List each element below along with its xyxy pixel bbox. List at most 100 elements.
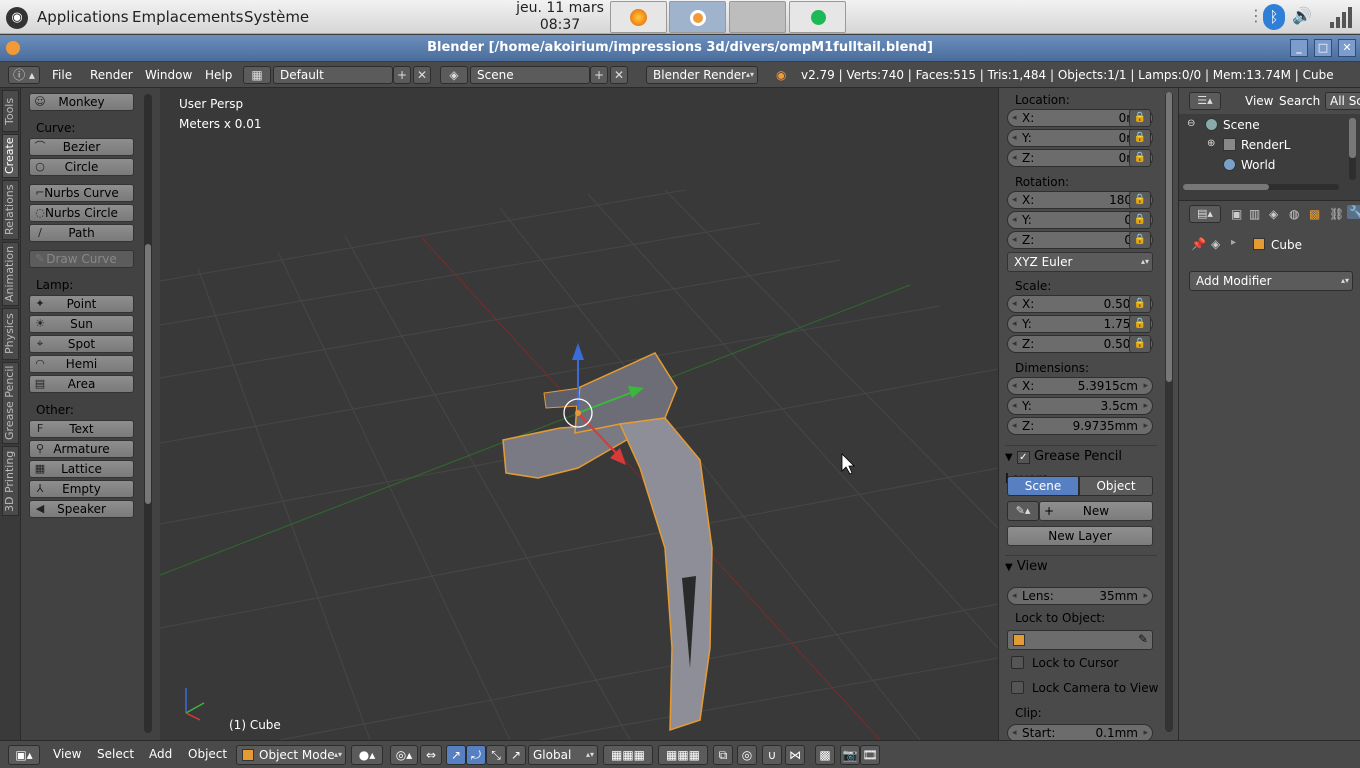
taskbar-blender[interactable] [669, 1, 726, 33]
lock-location-y-icon[interactable]: 🔒 [1129, 129, 1151, 147]
world-tab-icon[interactable]: ◍ [1289, 207, 1299, 221]
gp-object-tab[interactable]: Object [1079, 476, 1153, 496]
lock-rotation-z-icon[interactable]: 🔒 [1129, 231, 1151, 249]
grease-pencil-layers-panel-header[interactable]: ▼ ✓ Grease Pencil Layers [1005, 445, 1157, 487]
outliner-item-render-layers[interactable]: RenderL [1241, 138, 1290, 152]
view-panel-header[interactable]: ▼ View [1005, 555, 1157, 577]
menu-add[interactable]: Add [149, 747, 172, 761]
translate-manipulator-icon[interactable]: ↗ [446, 745, 466, 765]
remove-scene-button[interactable]: ✕ [610, 66, 628, 84]
dimension-z-field[interactable]: ◂ Z: 9.9735mm ▸ [1007, 417, 1153, 435]
eyedropper-icon[interactable]: ✎ [1138, 632, 1148, 646]
render-still-icon[interactable]: 📷 [840, 745, 860, 765]
maximize-button[interactable]: □ [1314, 39, 1332, 57]
add-circle-button[interactable]: ○ Circle [29, 158, 134, 176]
add-nurbs-circle-button[interactable]: ◌ Nurbs Circle [29, 204, 134, 222]
taskbar-empty[interactable] [729, 1, 786, 33]
add-area-lamp-button[interactable]: ▤ Area [29, 375, 134, 393]
screen-layout-icon[interactable]: ▦ [243, 66, 271, 84]
outliner-item-scene[interactable]: Scene [1223, 118, 1260, 132]
snap-element-icon[interactable]: ⋈ [785, 745, 805, 765]
add-empty-button[interactable]: ⅄ Empty [29, 480, 134, 498]
constraints-tab-icon[interactable]: ⛓ [1329, 207, 1344, 221]
pin-icon[interactable]: 📌 [1191, 237, 1206, 251]
gp-scene-tab[interactable]: Scene [1007, 476, 1079, 496]
render-engine-select[interactable]: Blender Render ▴▾ [646, 66, 758, 84]
gp-new-layer-button[interactable]: New Layer [1007, 526, 1153, 546]
add-point-lamp-button[interactable]: ✦ Point [29, 295, 134, 313]
layer-lock-icon[interactable]: ⧉ [713, 745, 733, 765]
editor-type-3d-button[interactable]: ▣▴ [8, 745, 40, 765]
outliner-vscroll-thumb[interactable] [1349, 118, 1356, 158]
interaction-mode-select[interactable]: Object Mode ▴▾ [236, 745, 346, 765]
render-layers-tab-icon[interactable]: ▥ [1249, 207, 1260, 221]
draw-curve-button[interactable]: ✎ Draw Curve [29, 250, 134, 268]
menu-select[interactable]: Select [97, 747, 134, 761]
expand-toggle-icon[interactable]: ⊖ [1187, 118, 1195, 129]
lens-field[interactable]: ◂ Lens: 35mm ▸ [1007, 587, 1153, 605]
add-hemi-lamp-button[interactable]: ◠ Hemi [29, 355, 134, 373]
3d-viewport[interactable]: User Persp Meters x 0.01 (1) Cube [160, 88, 998, 740]
render-animation-icon[interactable]: 🎞 [860, 745, 880, 765]
outliner-item-world[interactable]: World [1241, 158, 1275, 172]
viewport-shading-button[interactable]: ●▴ [351, 745, 383, 765]
gp-new-button[interactable]: + New [1039, 501, 1153, 521]
taskbar-spotify[interactable] [789, 1, 846, 33]
add-sun-lamp-button[interactable]: ☀ Sun [29, 315, 134, 333]
add-modifier-select[interactable]: Add Modifier ▴▾ [1189, 271, 1353, 291]
manipulator-extra-icon[interactable]: ↗ [506, 745, 526, 765]
menu-help[interactable]: Help [205, 68, 232, 82]
tab-grease-pencil[interactable]: Grease Pencil [2, 362, 19, 444]
menu-file[interactable]: File [52, 68, 72, 82]
viewport-canvas[interactable] [160, 88, 998, 740]
render-preview-icon[interactable]: ▩ [815, 745, 835, 765]
modifiers-tab-icon[interactable]: 🔧 [1347, 205, 1360, 219]
layout-field[interactable]: Default [273, 66, 393, 84]
lock-rotation-x-icon[interactable]: 🔒 [1129, 191, 1151, 209]
tab-tools[interactable]: Tools [2, 90, 19, 132]
remove-layout-button[interactable]: ✕ [413, 66, 431, 84]
scene-icon[interactable]: ◈ [440, 66, 468, 84]
dimension-x-field[interactable]: ◂ X: 5.3915cm ▸ [1007, 377, 1153, 395]
properties-scrollbar[interactable] [1165, 92, 1173, 732]
add-bezier-button[interactable]: ⌒ Bezier [29, 138, 134, 156]
menu-render[interactable]: Render [90, 68, 133, 82]
menu-applications[interactable]: Applications [37, 8, 129, 26]
outliner-horizontal-scrollbar[interactable] [1183, 184, 1339, 190]
tool-shelf-lower-scrollbar[interactable] [144, 528, 152, 733]
outliner-vertical-scrollbar[interactable] [1349, 118, 1356, 180]
tab-3d-printing[interactable]: 3D Printing [2, 446, 19, 516]
network-signal-icon[interactable] [1330, 6, 1354, 28]
window-titlebar[interactable]: Blender [/home/akoirium/impressions 3d/d… [0, 35, 1360, 61]
scale-manipulator-icon[interactable]: ⤡ [486, 745, 506, 765]
volume-icon[interactable]: 🔊 [1292, 6, 1312, 25]
editor-type-info-button[interactable]: ⓘ ▴ [8, 66, 40, 84]
menu-view[interactable]: View [53, 747, 81, 761]
transform-orientation-select[interactable]: Global ▴▾ [528, 745, 598, 765]
add-path-button[interactable]: ∕ Path [29, 224, 134, 242]
outliner-search-menu[interactable]: Search [1279, 94, 1320, 108]
rotation-mode-select[interactable]: XYZ Euler ▴▾ [1007, 252, 1153, 272]
pivot-point-button[interactable]: ◎▴ [390, 745, 418, 765]
tab-physics[interactable]: Physics [2, 308, 19, 360]
bluetooth-icon[interactable]: ᛒ [1263, 4, 1285, 30]
tab-animation[interactable]: Animation [2, 242, 19, 306]
lock-location-z-icon[interactable]: 🔒 [1129, 149, 1151, 167]
add-monkey-button[interactable]: ☺ Monkey [29, 93, 134, 111]
lock-to-cursor-checkbox[interactable] [1011, 656, 1024, 669]
tool-shelf-scroll-thumb[interactable] [145, 244, 151, 504]
scene-field[interactable]: Scene [470, 66, 590, 84]
gp-data-browse-button[interactable]: ✎▴ [1007, 501, 1039, 521]
lock-camera-checkbox[interactable] [1011, 681, 1024, 694]
snap-magnet-icon[interactable]: ∪ [762, 745, 782, 765]
add-speaker-button[interactable]: ◀ Speaker [29, 500, 134, 518]
scene-layers-grid-2[interactable]: ▦▦▦ [658, 745, 708, 765]
lock-scale-z-icon[interactable]: 🔒 [1129, 335, 1151, 353]
add-spot-lamp-button[interactable]: ⌖ Spot [29, 335, 134, 353]
rotate-manipulator-icon[interactable]: ⤾ [466, 745, 486, 765]
outliner-editor-type-button[interactable]: ☰▴ [1189, 92, 1221, 110]
add-layout-button[interactable]: + [393, 66, 411, 84]
proportional-editing-icon[interactable]: ◎ [737, 745, 757, 765]
manipulator-toggle-icon[interactable]: ⇔ [420, 745, 442, 765]
outliner-view-menu[interactable]: View [1245, 94, 1273, 108]
